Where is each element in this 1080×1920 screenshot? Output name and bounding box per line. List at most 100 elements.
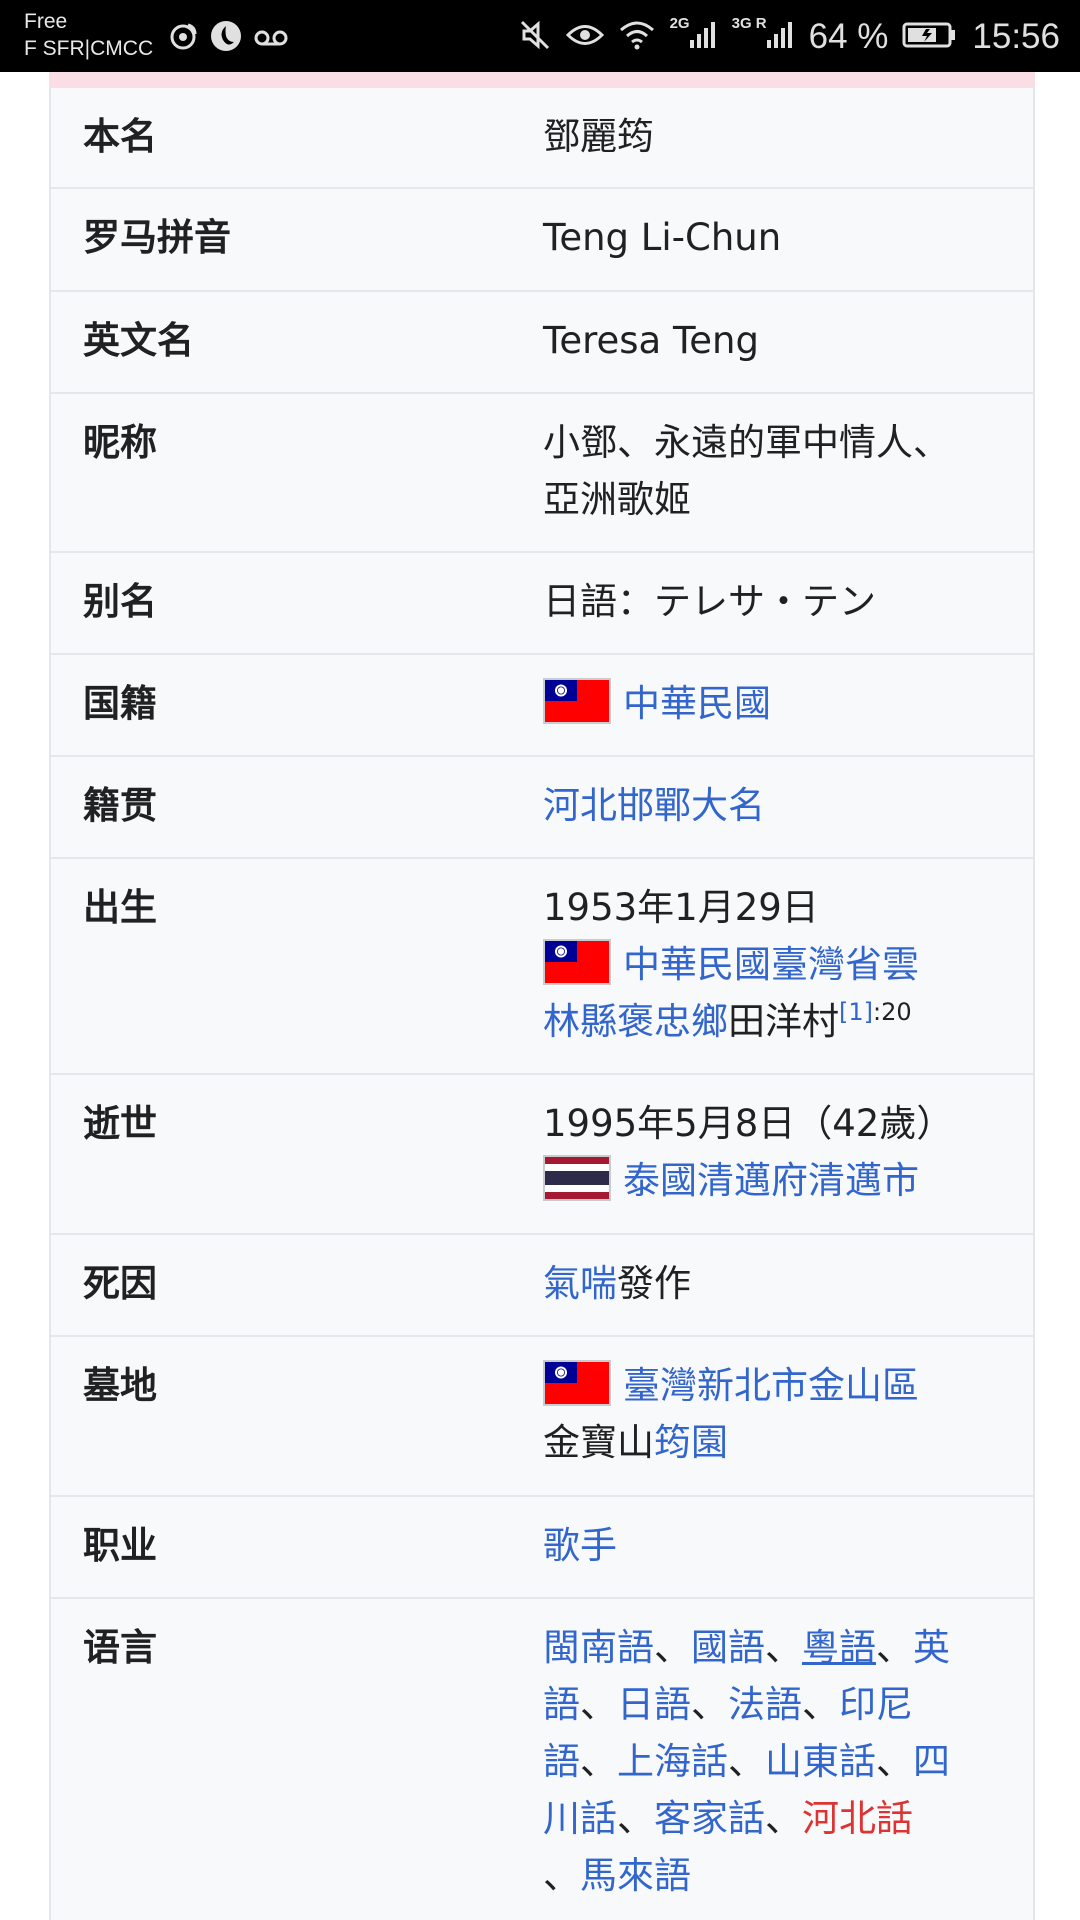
deathplace-link[interactable]: 泰國清邁府清邁市 [623, 1159, 919, 1202]
languages-line5: 、馬來語 [543, 1847, 1009, 1904]
row-value: 1995年5月8日（42歲） 泰國清邁府清邁市 [543, 1095, 1033, 1233]
row-label: 死因 [83, 1262, 157, 1305]
row-value: 鄧麗筠 [543, 115, 654, 158]
occupation-link[interactable]: 歌手 [543, 1524, 617, 1567]
ancestral-home-link[interactable]: 河北邯鄲大名 [543, 784, 765, 827]
language-link[interactable]: 國語 [691, 1626, 765, 1669]
row-label: 语言 [83, 1626, 157, 1669]
language-link[interactable]: 馬來語 [580, 1854, 691, 1897]
network-type-1: 2G [669, 14, 690, 32]
row-label: 职业 [83, 1524, 157, 1567]
infobox-row-romanization: 罗马拼音 Teng Li-Chun [51, 189, 1033, 292]
clock: 15:56 [972, 17, 1060, 56]
row-label: 国籍 [83, 682, 157, 725]
language-link[interactable]: 粵語 [802, 1626, 876, 1669]
row-label: 本名 [83, 115, 157, 158]
row-value: 中華民國 [543, 675, 1033, 755]
row-value: Teresa Teng [543, 319, 759, 362]
row-value: 河北邯鄲大名 [543, 777, 1033, 857]
battery-icon [902, 21, 958, 53]
birth-place-line1: 中華民國臺灣省雲 [543, 936, 1009, 993]
status-bar: Free F SFR|CMCC 2G 3G R 64 % 15:56 [0, 0, 1080, 72]
language-link[interactable]: 客家話 [654, 1797, 765, 1840]
infobox-row-real-name: 本名 鄧麗筠 [51, 88, 1033, 189]
cemetery-name: 金寶山 [543, 1421, 654, 1464]
weibo-icon [168, 21, 198, 55]
carrier-label: Free F SFR|CMCC [24, 8, 174, 62]
language-link[interactable]: 印尼 [839, 1683, 913, 1726]
language-link[interactable]: 四 [913, 1740, 950, 1783]
resting-place-link[interactable]: 臺灣新北市金山區 [623, 1364, 919, 1407]
infobox-row-nickname: 昵称 小鄧、永遠的軍中情人、 亞洲歌姬 [51, 394, 1033, 553]
birth-date: 1953年1月29日 [543, 886, 819, 929]
carrier-line1: Free [24, 10, 68, 33]
nationality-link[interactable]: 中華民國 [623, 682, 771, 725]
signal-icon [688, 20, 718, 54]
infobox-row-born: 出生 1953年1月29日 中華民國臺灣省雲 林縣褒忠鄉田洋村[1]:20 [51, 859, 1033, 1075]
battery-percent: 64 % [808, 17, 889, 56]
infobox-table: 本名 鄧麗筠 罗马拼音 Teng Li-Chun 英文名 Teresa Teng… [49, 88, 1035, 1920]
separator: 、 [580, 1740, 617, 1783]
separator: 、 [654, 1626, 691, 1669]
row-value: 1953年1月29日 中華民國臺灣省雲 林縣褒忠鄉田洋村[1]:20 [543, 879, 1033, 1073]
reference-link[interactable]: [1] [839, 998, 873, 1026]
language-link[interactable]: 法語 [728, 1683, 802, 1726]
flag-roc-icon [543, 939, 611, 985]
row-value: Teng Li-Chun [543, 216, 782, 259]
birth-village: 田洋村 [728, 1000, 839, 1043]
row-label: 逝世 [83, 1102, 157, 1145]
separator: 、 [876, 1626, 913, 1669]
infobox-row-ancestral-home: 籍贯 河北邯鄲大名 [51, 757, 1033, 859]
separator: 、 [543, 1854, 580, 1897]
mute-icon [518, 18, 552, 56]
language-link[interactable]: 英 [913, 1626, 950, 1669]
row-value: 氣喘發作 [543, 1255, 1033, 1335]
row-label: 罗马拼音 [83, 216, 231, 259]
infobox-row-cause-of-death: 死因 氣喘發作 [51, 1235, 1033, 1337]
separator: 、 [580, 1683, 617, 1726]
languages-line3: 語、上海話、山東話、四 [543, 1733, 1009, 1790]
flag-roc-icon [543, 678, 611, 724]
birthplace-link[interactable]: 中華民國臺灣省雲 [623, 943, 919, 986]
eye-icon [565, 22, 604, 52]
row-value: 日語：テレサ・テン [543, 580, 876, 623]
death-date: 1995年5月8日（42歲） [543, 1102, 954, 1145]
row-label: 别名 [83, 580, 157, 623]
row-label: 出生 [83, 886, 157, 929]
flag-thailand-icon [543, 1155, 611, 1201]
language-link[interactable]: 上海話 [617, 1740, 728, 1783]
article-content: 本名 鄧麗筠 罗马拼音 Teng Li-Chun 英文名 Teresa Teng… [0, 72, 1080, 1920]
row-value: 歌手 [543, 1517, 1033, 1597]
language-link[interactable]: 川話 [543, 1797, 617, 1840]
tomb-link[interactable]: 筠園 [654, 1421, 728, 1464]
language-link[interactable]: 語 [543, 1740, 580, 1783]
infobox-row-occupation: 职业 歌手 [51, 1497, 1033, 1599]
separator: 、 [765, 1797, 802, 1840]
wifi-icon [618, 20, 656, 54]
cause-link[interactable]: 氣喘 [543, 1262, 617, 1305]
language-redlink[interactable]: 河北話 [802, 1797, 913, 1840]
infobox-header-accent [49, 72, 1035, 88]
network-type-2: 3G R [731, 14, 767, 32]
death-place: 泰國清邁府清邁市 [543, 1152, 1009, 1209]
infobox-row-alias: 别名 日語：テレサ・テン [51, 553, 1033, 655]
signal-icon [765, 20, 795, 54]
birth-place-line2: 林縣褒忠鄉田洋村[1]:20 [543, 993, 1009, 1050]
language-link[interactable]: 閩南語 [543, 1626, 654, 1669]
languages-line2: 語、日語、法語、印尼 [543, 1676, 1009, 1733]
language-link[interactable]: 語 [543, 1683, 580, 1726]
separator: 、 [876, 1740, 913, 1783]
row-label: 英文名 [83, 319, 194, 362]
nickname-line1: 小鄧、永遠的軍中情人、 [543, 421, 950, 464]
row-label: 籍贯 [83, 784, 157, 827]
language-link[interactable]: 日語 [617, 1683, 691, 1726]
row-label: 昵称 [83, 421, 157, 464]
row-value: 閩南語、國語、粵語、英 語、日語、法語、印尼 語、上海話、山東話、四 川話、客家… [543, 1619, 1033, 1920]
nickname-line2: 亞洲歌姬 [543, 478, 691, 521]
language-link[interactable]: 山東話 [765, 1740, 876, 1783]
birthplace-link-cont[interactable]: 林縣褒忠鄉 [543, 1000, 728, 1043]
separator: 、 [691, 1683, 728, 1726]
cause-text: 發作 [617, 1262, 691, 1305]
infobox-row-resting-place: 墓地 臺灣新北市金山區 金寶山筠園 [51, 1337, 1033, 1497]
row-value: 小鄧、永遠的軍中情人、 亞洲歌姬 [543, 414, 1033, 551]
